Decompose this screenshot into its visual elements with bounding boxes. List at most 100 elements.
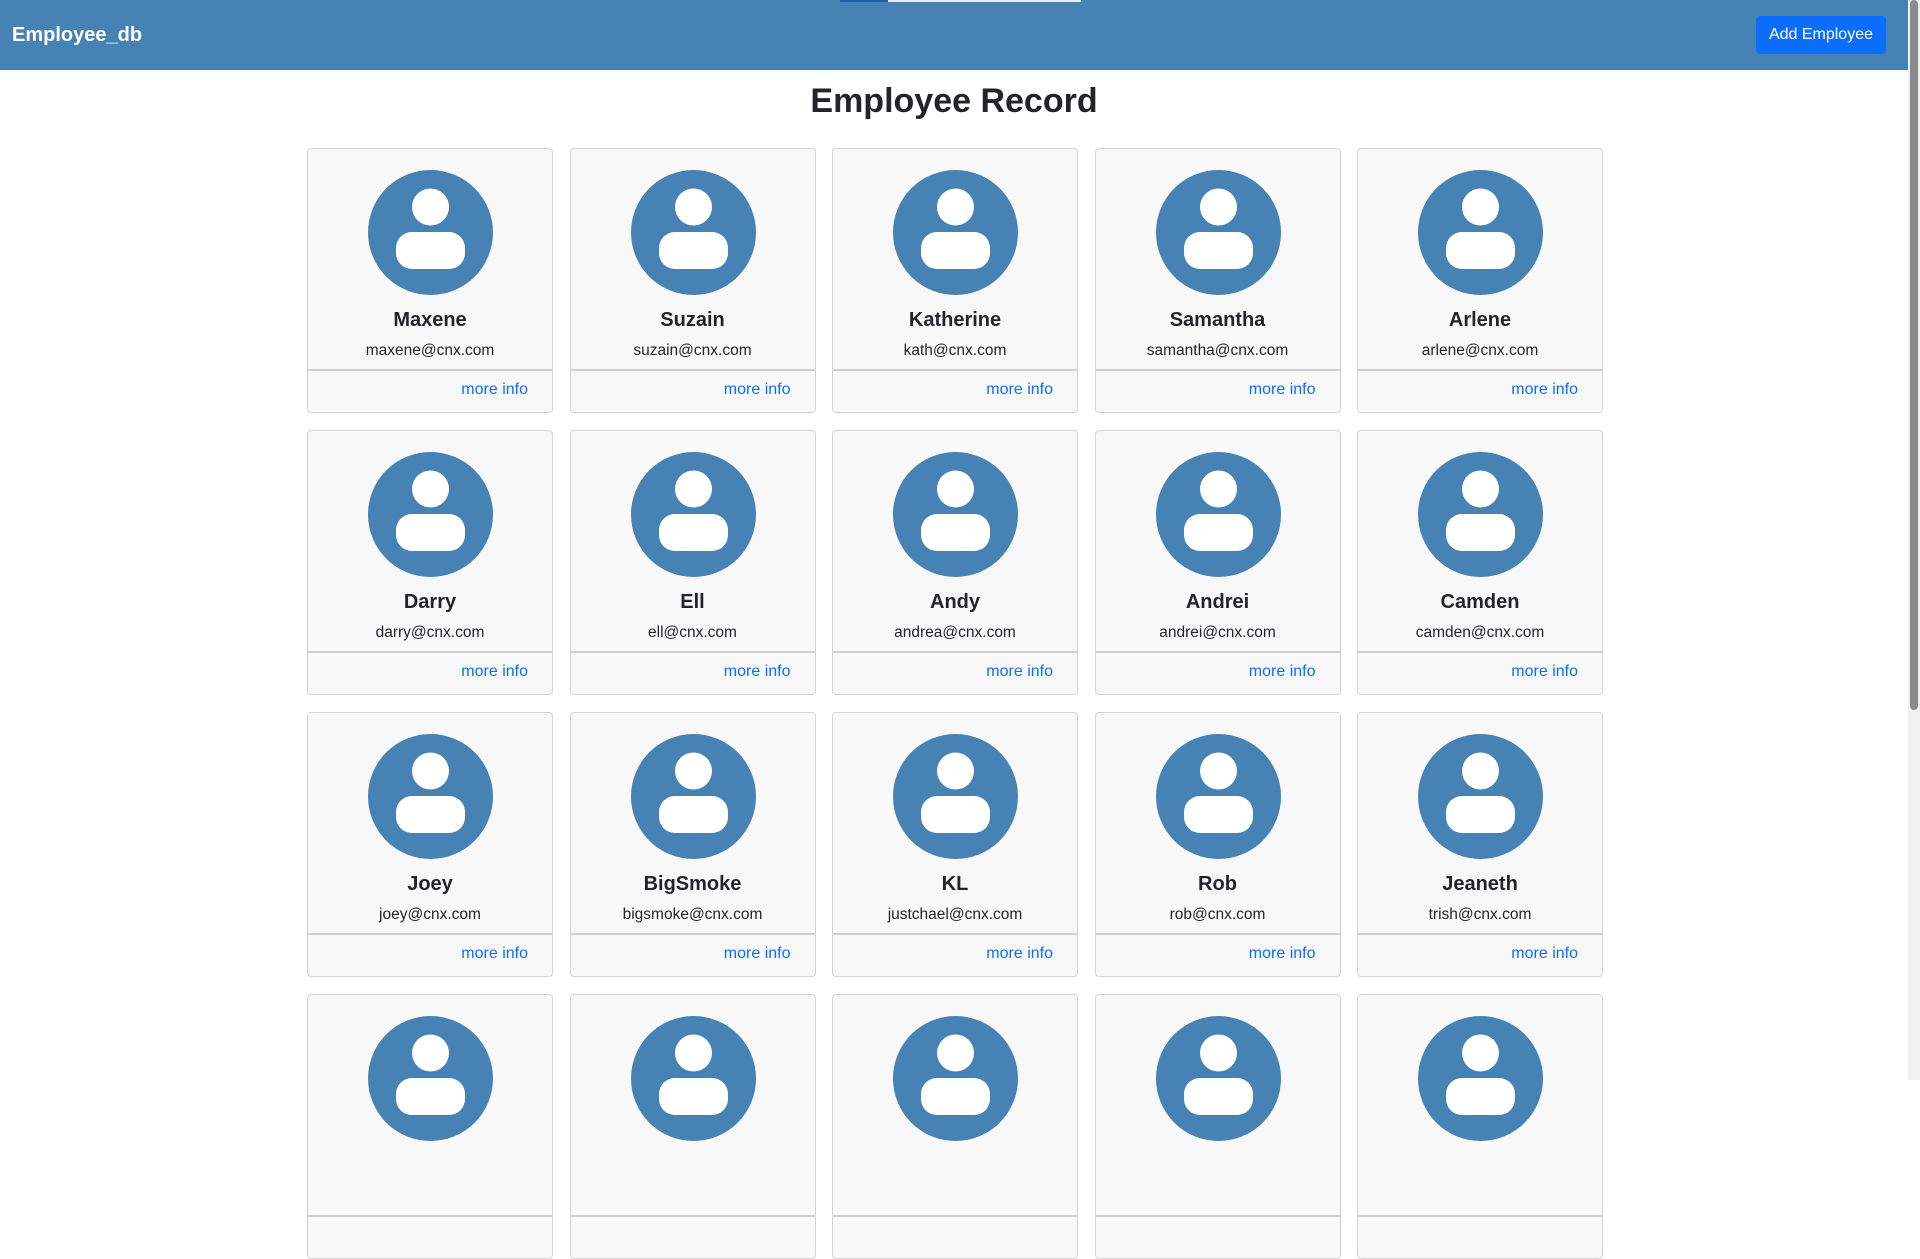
user-avatar-icon [630, 452, 756, 577]
more-info-link[interactable]: more info [1511, 663, 1578, 681]
employee-card: Rob rob@cnx.com more info [1094, 712, 1341, 977]
employee-card: Darry darry@cnx.com more info [307, 430, 553, 695]
employee-email: camden@cnx.com [1415, 624, 1545, 641]
card-footer [833, 1215, 1077, 1258]
top-indicator-track [888, 0, 1081, 2]
employee-card [832, 994, 1078, 1259]
brand-title[interactable]: Employee_db [12, 0, 142, 70]
employee-card: Ell ell@cnx.com more info [569, 430, 816, 695]
employee-name: Samantha [1169, 309, 1266, 331]
card-footer: more info [1358, 651, 1602, 694]
employee-card: Camden camden@cnx.com more info [1357, 430, 1603, 695]
employee-email: arlene@cnx.com [1421, 342, 1539, 359]
card-footer: more info [833, 651, 1077, 694]
scrollbar-thumb[interactable] [1910, 0, 1918, 710]
more-info-link[interactable]: more info [1511, 945, 1578, 963]
employee-name: Katherine [908, 309, 1002, 331]
employee-card: Andrei andrei@cnx.com more info [1094, 430, 1341, 695]
card-footer [308, 1215, 552, 1258]
page-title: Employee Record [810, 82, 1098, 120]
employee-card [1357, 994, 1603, 1259]
user-avatar-icon [1418, 1016, 1543, 1141]
user-avatar-icon [893, 734, 1018, 859]
more-info-link[interactable]: more info [461, 663, 528, 681]
user-avatar-icon [893, 170, 1018, 295]
card-footer [570, 1215, 815, 1258]
employee-name: Maxene [393, 309, 467, 331]
card-footer: more info [1095, 651, 1340, 694]
employee-card [307, 994, 553, 1259]
employee-email: andrea@cnx.com [894, 624, 1016, 641]
employee-card: Andy andrea@cnx.com more info [832, 430, 1078, 695]
employee-email: justchael@cnx.com [887, 906, 1023, 923]
employee-name: Arlene [1448, 309, 1512, 331]
card-footer: more info [1095, 369, 1340, 412]
user-avatar-icon [368, 170, 493, 295]
employee-card: Joey joey@cnx.com more info [307, 712, 553, 977]
card-footer: more info [833, 369, 1077, 412]
more-info-link[interactable]: more info [1511, 381, 1578, 399]
employee-email: rob@cnx.com [1169, 906, 1266, 923]
card-footer: more info [1358, 369, 1602, 412]
employee-name: Andrei [1185, 591, 1250, 613]
employee-email: kath@cnx.com [903, 342, 1007, 359]
add-employee-button[interactable]: Add Employee [1755, 16, 1886, 54]
user-avatar-icon [1418, 734, 1543, 859]
more-info-link[interactable]: more info [1249, 381, 1316, 399]
employee-name: KL [941, 873, 969, 895]
user-avatar-icon [630, 734, 756, 859]
card-footer [1095, 1215, 1340, 1258]
user-avatar-icon [1418, 452, 1543, 577]
employee-card: Katherine kath@cnx.com more info [832, 148, 1078, 413]
more-info-link[interactable]: more info [724, 381, 791, 399]
employee-name: Ell [680, 591, 705, 613]
more-info-link[interactable]: more info [1249, 945, 1316, 963]
employee-name: Jeaneth [1442, 873, 1518, 895]
user-avatar-icon [1155, 734, 1281, 859]
more-info-link[interactable]: more info [724, 663, 791, 681]
more-info-link[interactable]: more info [461, 945, 528, 963]
more-info-link[interactable]: more info [986, 663, 1053, 681]
card-footer: more info [833, 933, 1077, 976]
user-avatar-icon [1155, 170, 1281, 295]
more-info-link[interactable]: more info [986, 945, 1053, 963]
user-avatar-icon [1418, 170, 1543, 295]
card-footer: more info [1358, 933, 1602, 976]
employee-name: Suzain [660, 309, 725, 331]
employee-name: Darry [403, 591, 457, 613]
more-info-link[interactable]: more info [986, 381, 1053, 399]
user-avatar-icon [893, 452, 1018, 577]
user-avatar-icon [368, 452, 493, 577]
employee-card: Suzain suzain@cnx.com more info [569, 148, 816, 413]
employee-name: Andy [930, 591, 980, 613]
user-avatar-icon [630, 170, 756, 295]
employee-email: joey@cnx.com [379, 906, 481, 923]
card-footer: more info [308, 933, 552, 976]
top-indicator [840, 0, 888, 2]
more-info-link[interactable]: more info [461, 381, 528, 399]
more-info-link[interactable]: more info [1249, 663, 1316, 681]
card-footer: more info [308, 369, 552, 412]
card-footer: more info [570, 651, 815, 694]
employee-email: darry@cnx.com [375, 624, 485, 641]
employee-email: trish@cnx.com [1428, 906, 1532, 923]
employee-card: Arlene arlene@cnx.com more info [1357, 148, 1603, 413]
employee-card: Jeaneth trish@cnx.com more info [1357, 712, 1603, 977]
user-avatar-icon [368, 734, 493, 859]
navbar: Employee_db Add Employee [0, 0, 1908, 70]
card-footer: more info [308, 651, 552, 694]
user-avatar-icon [893, 1016, 1018, 1141]
employee-name: Camden [1440, 591, 1520, 613]
employee-email: bigsmoke@cnx.com [622, 906, 763, 923]
employee-card [569, 994, 816, 1259]
employee-card: BigSmoke bigsmoke@cnx.com more info [569, 712, 816, 977]
employee-name: Rob [1198, 873, 1237, 895]
employee-card [1094, 994, 1341, 1259]
user-avatar-icon [630, 1016, 756, 1141]
user-avatar-icon [1155, 1016, 1281, 1141]
more-info-link[interactable]: more info [724, 945, 791, 963]
card-footer: more info [570, 933, 815, 976]
page-scrollbar[interactable] [1908, 0, 1920, 1080]
employee-email: suzain@cnx.com [633, 342, 752, 359]
employee-card: KL justchael@cnx.com more info [832, 712, 1078, 977]
